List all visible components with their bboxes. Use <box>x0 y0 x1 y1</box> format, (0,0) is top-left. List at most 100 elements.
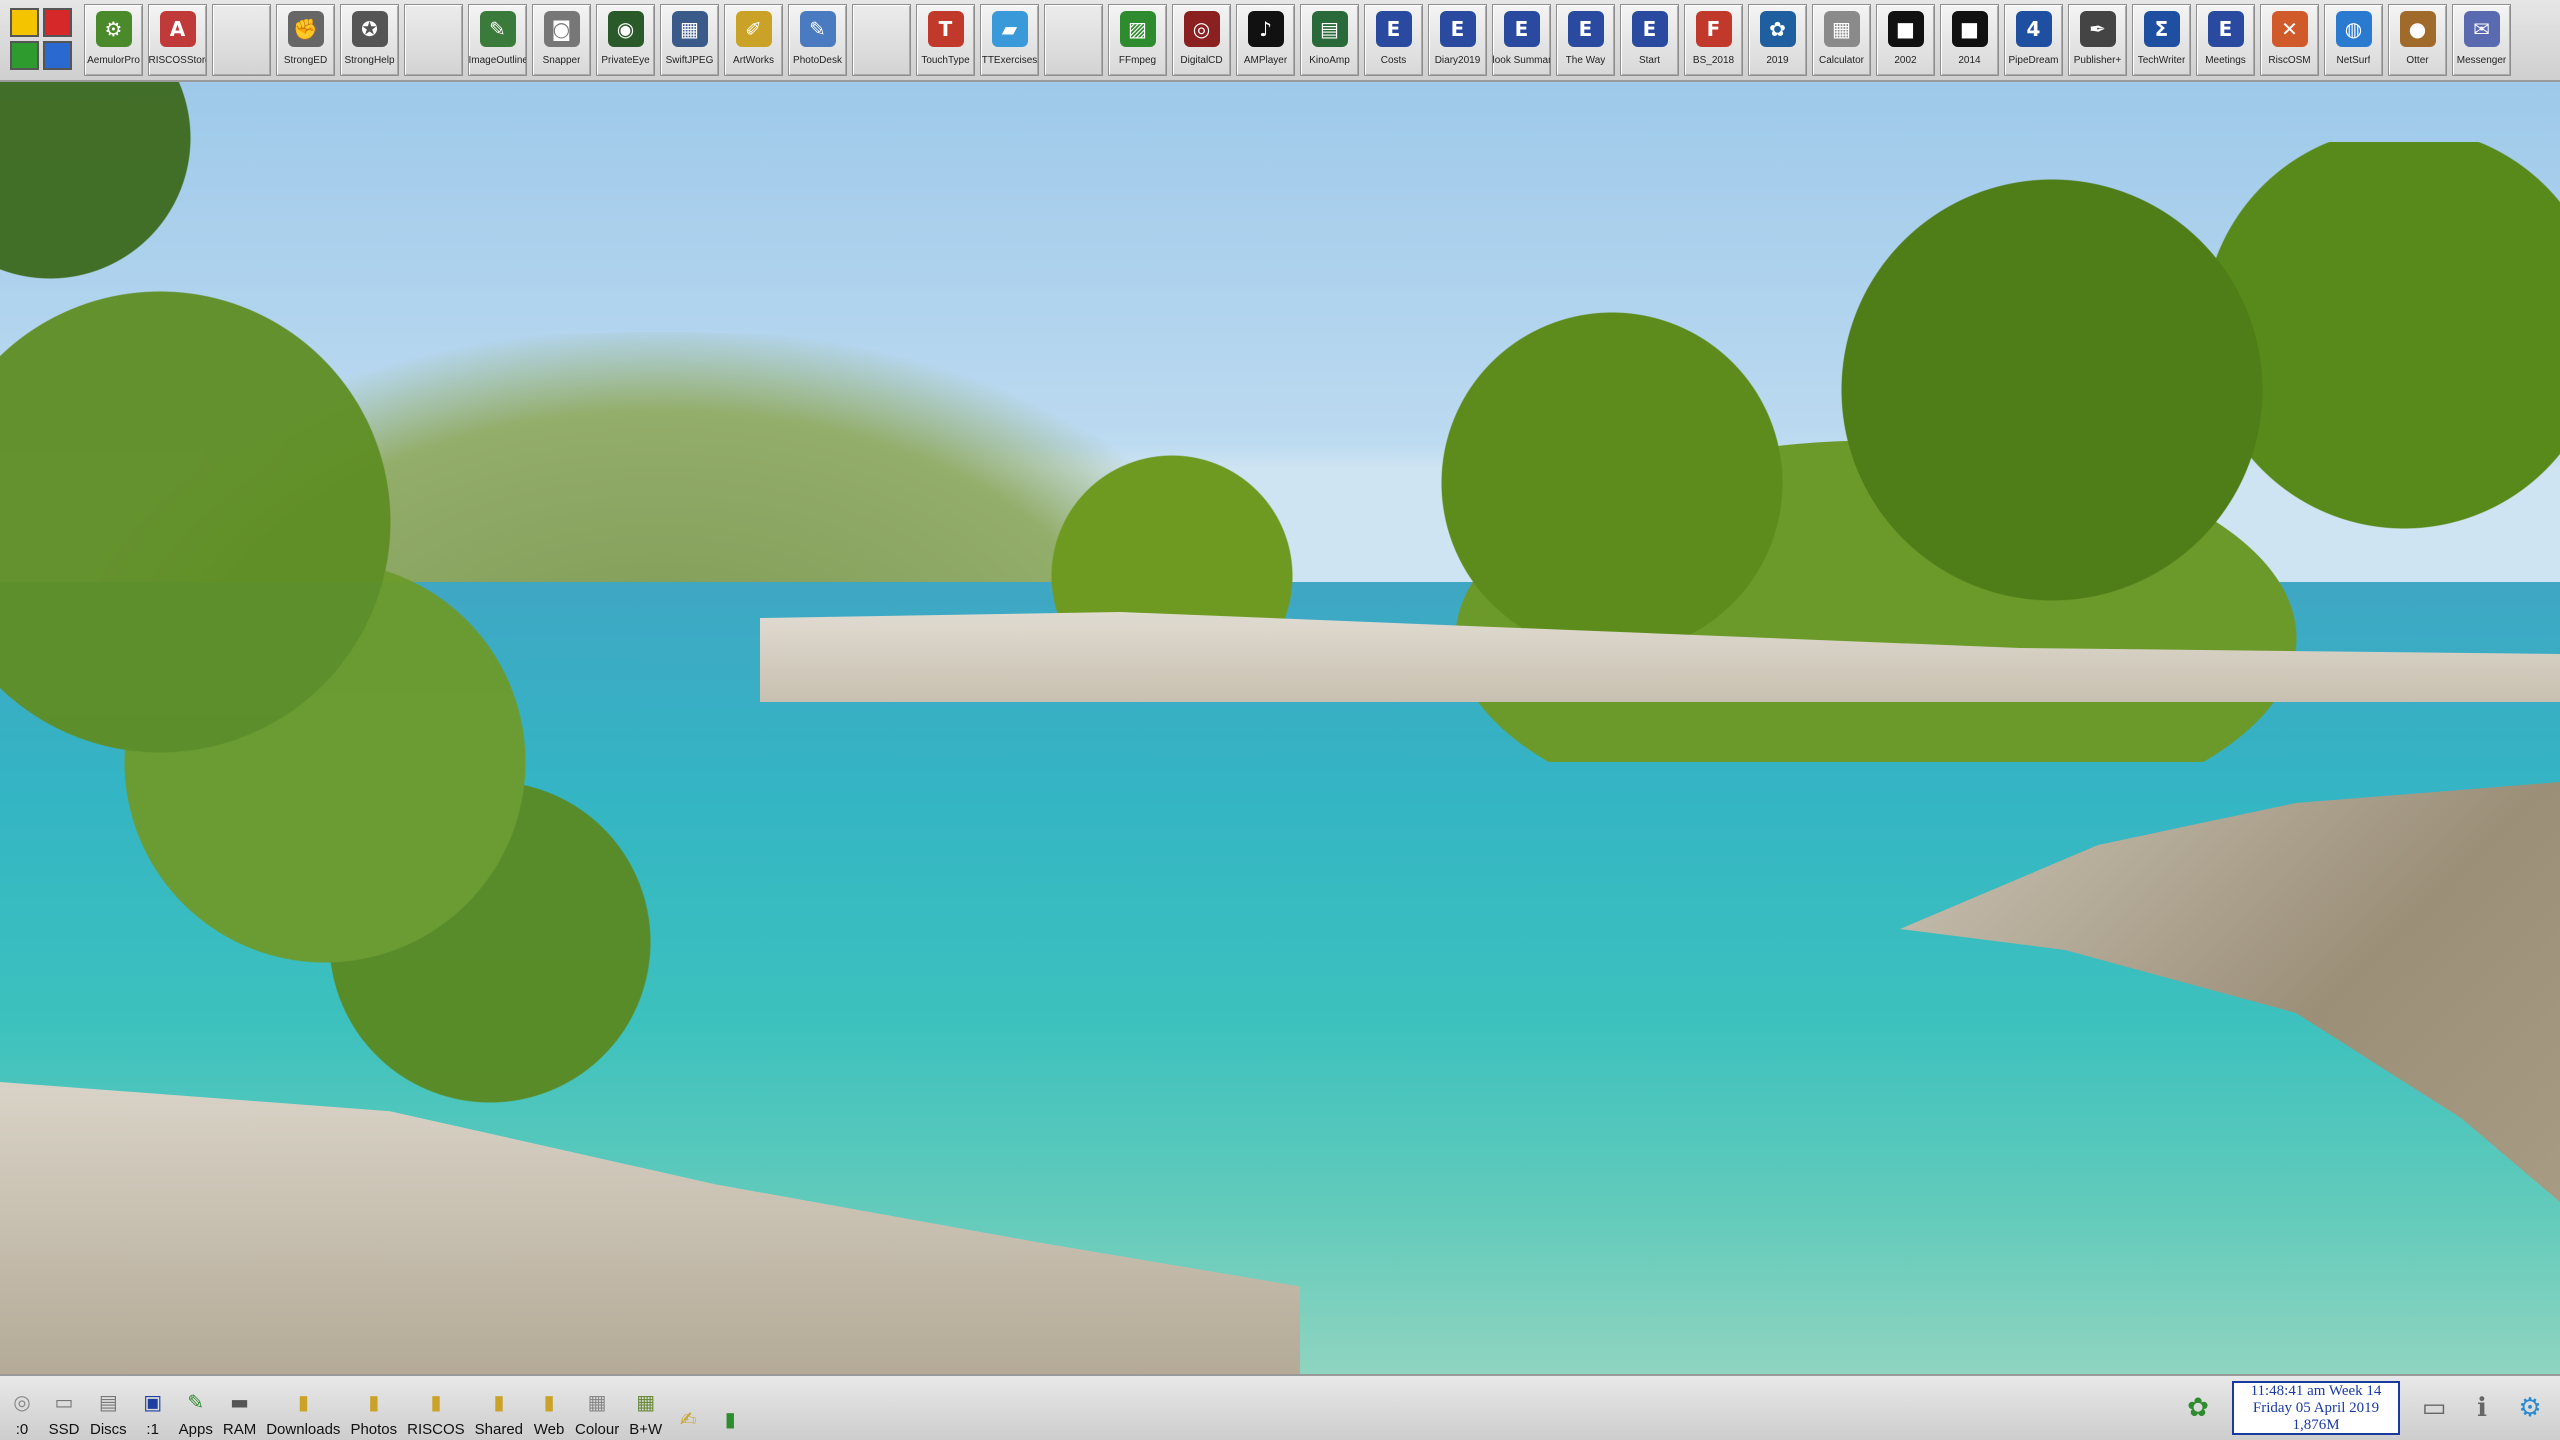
iconbar-item[interactable]: ▦ Colour <box>575 1378 619 1438</box>
launcher-button[interactable]: Σ TechWriter <box>2132 4 2191 76</box>
iconbar-item[interactable]: ▤ Discs <box>90 1378 127 1438</box>
document-icon: E <box>1503 11 1540 47</box>
iconbar-item[interactable]: ▭ SSD <box>48 1378 80 1438</box>
launcher-button[interactable]: ✒ Publisher+ <box>2068 4 2127 76</box>
iconbar-item[interactable]: ▮ Downloads <box>266 1378 340 1438</box>
launcher-button[interactable]: E Start <box>1620 4 1679 76</box>
launcher-label: FFmpeg <box>1118 55 1157 66</box>
launcher-label: Calculator <box>1818 55 1865 66</box>
prophet-file-icon: F <box>1695 11 1732 47</box>
folder-icon: ▰ <box>991 11 1028 47</box>
iconbar-label: Downloads <box>266 1421 341 1438</box>
launcher-button[interactable]: ✉ Messenger <box>2452 4 2511 76</box>
launcher-button[interactable]: ■ 2002 <box>1876 4 1935 76</box>
launcher-button[interactable]: E Costs <box>1364 4 1423 76</box>
launcher-label: Messenger <box>2456 55 2507 66</box>
ram-icon: ▬ <box>230 1390 249 1414</box>
launcher-button[interactable]: ▤ KinoAmp <box>1300 4 1359 76</box>
printer-bw-icon: ▦ <box>636 1390 656 1414</box>
iconbar-item[interactable]: ▬ RAM <box>223 1378 256 1438</box>
launcher-label: Diary2019 <box>1434 55 1481 66</box>
directory-icon: ▮ <box>493 1390 505 1414</box>
app-grid-icon[interactable] <box>6 4 76 74</box>
launcher-label: StrongED <box>283 55 328 66</box>
help-icon: ✪ <box>351 11 388 47</box>
launcher-label: RiscOSM <box>2268 55 2311 66</box>
display-icon[interactable]: ▭ <box>2416 1390 2452 1426</box>
launcher-button[interactable]: ◎ DigitalCD <box>1172 4 1231 76</box>
iconbar-item[interactable]: ▮ Web <box>533 1378 565 1438</box>
iconbar-item[interactable]: ▣:1 <box>137 1378 169 1438</box>
launcher-button[interactable]: ◉ PrivateEye <box>596 4 655 76</box>
launcher-label: AMPlayer <box>1243 55 1288 66</box>
launcher-button[interactable]: ▦ SwiftJPEG <box>660 4 719 76</box>
tray-right: ▭ ℹ ⚙ <box>2410 1390 2554 1426</box>
launcher-button[interactable]: Elook Summar <box>1492 4 1551 76</box>
launcher-button[interactable]: ✐ ArtWorks <box>724 4 783 76</box>
launcher-button[interactable]: E Meetings <box>2196 4 2255 76</box>
drives-icon: ▤ <box>98 1390 118 1414</box>
music-note-icon: ♪ <box>1247 11 1284 47</box>
iconbar-label: :0 <box>15 1421 29 1438</box>
launcher-button[interactable]: ● Otter <box>2388 4 2447 76</box>
acorn-icon[interactable]: ✿ <box>2180 1390 2216 1426</box>
clock-widget[interactable]: 11:48:41 am Week 14 Friday 05 April 2019… <box>2232 1381 2400 1435</box>
iconbar-item[interactable]: ▮ RISCOS <box>407 1378 465 1438</box>
globe-icon: ◍ <box>2335 11 2372 47</box>
launcher-label: AemulorPro <box>87 55 140 66</box>
info-icon[interactable]: ℹ <box>2464 1390 2500 1426</box>
iconbar-item[interactable]: ◎ :0 <box>6 1378 38 1438</box>
pipedream-icon: 4 <box>2015 11 2052 47</box>
launcher-label: PhotoDesk <box>793 55 842 66</box>
top-launcher-bar: ⚙ AemulorPro A RISCOSStore ✊ StrongED ✪ StrongH… <box>0 0 2560 82</box>
iconbar-label: Photos <box>350 1421 398 1438</box>
launcher-button[interactable]: ◍ NetSurf <box>2324 4 2383 76</box>
otter-icon: ● <box>2399 11 2436 47</box>
launcher-label: SwiftJPEG <box>665 55 714 66</box>
iconbar-label: Web <box>533 1421 565 1438</box>
launcher-button[interactable]: ✎ ImageOutline <box>468 4 527 76</box>
launcher-button[interactable]: 4 PipeDream <box>2004 4 2063 76</box>
iconbar-item[interactable]: ✎ Apps <box>179 1378 213 1438</box>
launcher-button[interactable]: ♪ AMPlayer <box>1236 4 1295 76</box>
store-icon: A <box>159 11 196 47</box>
launcher-label: TTExercises <box>981 55 1038 66</box>
iconbar-item[interactable]: ▦ B+W <box>629 1378 662 1438</box>
image-outline-icon: ✎ <box>479 11 516 47</box>
launcher-label: 2014 <box>1958 55 1981 66</box>
launcher-button[interactable]: E The Way <box>1556 4 1615 76</box>
launcher-button[interactable]: ▦ Calculator <box>1812 4 1871 76</box>
launcher-button[interactable]: ▨ FFmpeg <box>1108 4 1167 76</box>
document-icon: E <box>1439 11 1476 47</box>
launcher-button[interactable]: ✪ StrongHelp <box>340 4 399 76</box>
launcher-button[interactable]: ✕ RiscOSM <box>2260 4 2319 76</box>
launcher-button[interactable]: F BS_2018 <box>1684 4 1743 76</box>
bin-icon: ▮ <box>724 1407 736 1431</box>
iconbar-item[interactable]: ▮ <box>714 1378 746 1438</box>
launcher-label: RISCOSStore <box>148 55 207 66</box>
launcher-label: PrivateEye <box>601 55 650 66</box>
launcher-gap <box>404 4 463 76</box>
launcher-button[interactable]: ✎ PhotoDesk <box>788 4 847 76</box>
spreadsheet-icon: ■ <box>1951 11 1988 47</box>
launcher-button[interactable]: ▰ TTExercises <box>980 4 1039 76</box>
settings-gear-icon[interactable]: ⚙ <box>2512 1390 2548 1426</box>
iconbar-item[interactable]: ▮ Photos <box>350 1378 397 1438</box>
drive-icon: ▭ <box>54 1390 74 1414</box>
photodesk-icon: ✎ <box>799 11 836 47</box>
launcher-button[interactable]: T TouchType <box>916 4 975 76</box>
iconbar-item[interactable]: ✍ <box>672 1378 704 1438</box>
launcher-button[interactable]: ◙ Snapper <box>532 4 591 76</box>
floppy-disc-icon: ◎ <box>13 1390 31 1414</box>
launcher-button[interactable]: ⚙ AemulorPro <box>84 4 143 76</box>
iconbar-item[interactable]: ▮ Shared <box>475 1378 523 1438</box>
launcher-button[interactable]: ✊ StrongED <box>276 4 335 76</box>
map-icon: ✕ <box>2271 11 2308 47</box>
launcher-label: DigitalCD <box>1180 55 1223 66</box>
launcher-button[interactable]: E Diary2019 <box>1428 4 1487 76</box>
launcher-button[interactable]: ✿ 2019 <box>1748 4 1807 76</box>
launcher-button[interactable]: ■ 2014 <box>1940 4 1999 76</box>
launcher-label: Costs <box>1380 55 1407 66</box>
launcher-label: 2002 <box>1894 55 1917 66</box>
launcher-button[interactable]: A RISCOSStore <box>148 4 207 76</box>
